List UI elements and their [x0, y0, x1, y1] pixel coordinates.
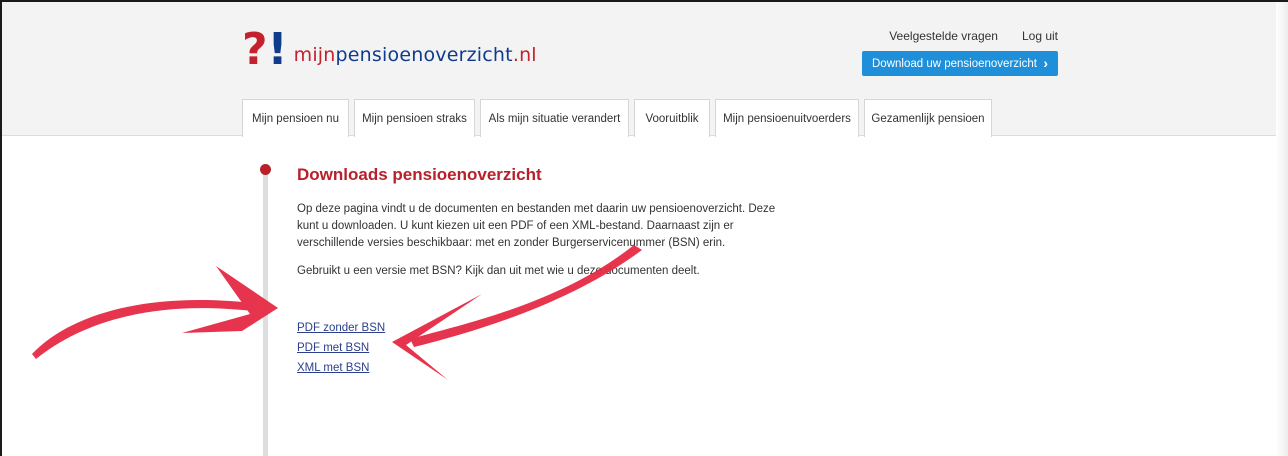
download-overview-button[interactable]: Download uw pensioenoverzicht ›: [862, 51, 1058, 76]
right-arrow-icon: [410, 245, 642, 347]
logout-link[interactable]: Log uit: [1022, 29, 1058, 43]
tab-mijn-pensioen-nu[interactable]: Mijn pensioen nu: [242, 99, 349, 137]
site-logo[interactable]: ?! mijnpensioenoverzicht.nl: [242, 28, 537, 72]
intro-text: Op deze pagina vindt u de documenten en …: [297, 203, 776, 249]
logo-wordmark: mijnpensioenoverzicht.nl: [293, 44, 537, 66]
right-arrow-head-icon: [392, 294, 482, 380]
pdf-with-bsn-link[interactable]: PDF met BSN: [297, 338, 385, 358]
utility-nav: Veelgestelde vragen Log uit: [889, 29, 1058, 43]
page-edge-shadow: [1276, 2, 1288, 456]
left-arrow-icon: [32, 300, 252, 359]
tab-mijn-pensioen-straks[interactable]: Mijn pensioen straks: [354, 99, 475, 137]
bsn-warning-text: Gebruikt u een versie met BSN? Kijk dan …: [297, 265, 700, 277]
browser-viewport: ?! mijnpensioenoverzicht.nl Veelgestelde…: [0, 0, 1288, 456]
page-title: Downloads pensioenoverzicht: [297, 165, 542, 184]
download-button-label: Download uw pensioenoverzicht: [872, 57, 1037, 70]
xml-with-bsn-link[interactable]: XML met BSN: [297, 358, 385, 378]
timeline-line: [263, 174, 268, 456]
main-nav-tabs: Mijn pensioen nu Mijn pensioen straks Al…: [242, 99, 992, 137]
site-header: ?! mijnpensioenoverzicht.nl Veelgestelde…: [2, 2, 1288, 137]
download-links: PDF zonder BSN PDF met BSN XML met BSN: [297, 318, 385, 378]
tab-vooruitblik[interactable]: Vooruitblik: [634, 99, 710, 137]
faq-link[interactable]: Veelgestelde vragen: [889, 29, 998, 43]
tab-mijn-pensioenuitvoerders[interactable]: Mijn pensioenuitvoerders: [715, 99, 859, 137]
pdf-without-bsn-link[interactable]: PDF zonder BSN: [297, 318, 385, 338]
tab-als-mijn-situatie-verandert[interactable]: Als mijn situatie verandert: [480, 99, 629, 137]
logo-icon: ?!: [242, 24, 288, 75]
timeline-dot: [260, 164, 271, 175]
chevron-right-icon: ›: [1043, 55, 1048, 71]
tab-gezamenlijk-pensioen[interactable]: Gezamenlijk pensioen: [864, 99, 992, 137]
